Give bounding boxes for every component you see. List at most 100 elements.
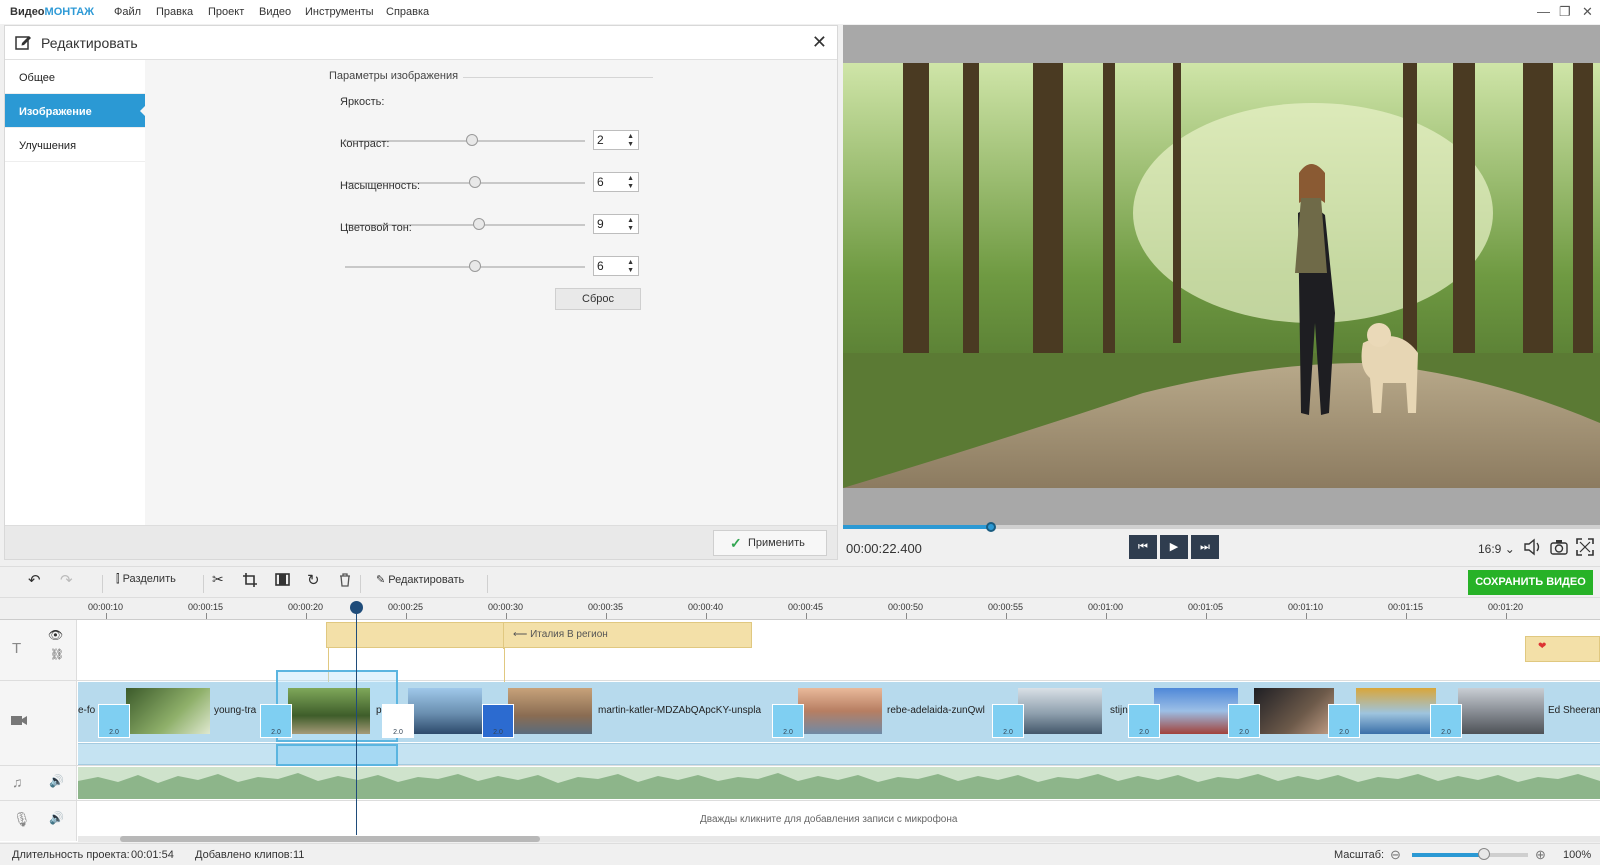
contrast-thumb[interactable] — [468, 176, 481, 188]
cut-icon[interactable]: ✂ — [212, 571, 224, 588]
clip-label: e-fo — [78, 705, 96, 716]
clip-thumbnail[interactable] — [1254, 688, 1334, 734]
brightness-input[interactable]: 2 ▲ ▼ — [593, 130, 639, 150]
title-clip[interactable]: ⟵ Италия В регион — [326, 622, 752, 649]
reset-button[interactable]: Сброс — [555, 288, 641, 310]
image-params: Параметры изображения Яркость: 2 ▲ ▼ Контр… — [145, 60, 837, 525]
split-button[interactable]: ⫿ Разделить — [116, 573, 176, 586]
next-frame-button[interactable]: ⏭ — [1191, 535, 1219, 559]
clip-thumbnail[interactable] — [508, 688, 592, 734]
contrast-input[interactable]: 6 ▲ ▼ — [593, 172, 639, 192]
volume-icon[interactable]: 🔊 — [49, 774, 64, 788]
clips-value: 11 — [293, 849, 305, 861]
ruler-tick — [1306, 613, 1307, 619]
eye-icon[interactable]: 👁 — [48, 628, 63, 642]
clip-thumbnail[interactable] — [408, 688, 482, 734]
clip-thumbnail[interactable] — [288, 688, 370, 734]
clip-thumbnail[interactable] — [126, 688, 210, 734]
close-window-icon[interactable]: ✕ — [1582, 4, 1593, 20]
timeline-ruler[interactable]: 00:00:10 00:00:15 00:00:20 00:00:25 00:00:30… — [0, 598, 1600, 620]
zoom-out-icon[interactable]: ⊖ — [1390, 847, 1401, 863]
aspect-ratio-select[interactable]: 16:9 ⌄ — [1478, 542, 1515, 556]
timeline-scrollbar[interactable] — [78, 836, 1600, 842]
nav-enhancements[interactable]: Улучшения — [5, 128, 145, 162]
delete-icon[interactable] — [339, 573, 351, 587]
undo-icon[interactable]: ↶ — [28, 571, 41, 589]
link-icon[interactable]: ⛓ — [50, 648, 64, 661]
minimize-icon[interactable]: — — [1537, 4, 1550, 19]
divider — [0, 765, 1600, 766]
clip-thumbnail[interactable] — [1458, 688, 1544, 734]
video-track-header — [0, 681, 77, 765]
transition[interactable]: 2.0 — [1430, 704, 1462, 738]
separator — [487, 575, 488, 593]
close-icon[interactable]: ✕ — [812, 32, 827, 53]
transition[interactable]: 2.0 — [382, 704, 414, 738]
ruler-tick — [1006, 613, 1007, 619]
clip-thumbnail[interactable] — [1018, 688, 1102, 734]
ruler-label: 00:01:00 — [1088, 602, 1124, 612]
ruler-label: 00:00:40 — [688, 602, 724, 612]
save-video-button[interactable]: СОХРАНИТЬ ВИДЕО — [1468, 570, 1593, 595]
seek-knob[interactable] — [985, 522, 996, 532]
zoom-slider[interactable] — [1412, 853, 1528, 857]
zoom-in-icon[interactable]: ⊕ — [1535, 847, 1546, 863]
ruler-tick — [906, 613, 907, 619]
play-button[interactable]: ▶ — [1160, 535, 1188, 559]
saturation-thumb[interactable] — [473, 218, 486, 230]
transition[interactable]: 2.0 — [1228, 704, 1260, 738]
ruler-label: 00:01:15 — [1388, 602, 1424, 612]
frame-icon[interactable] — [275, 573, 290, 586]
seek-bar[interactable] — [843, 522, 1600, 532]
saturation-input[interactable]: 9 ▲ ▼ — [593, 214, 639, 234]
fullscreen-icon[interactable] — [1576, 538, 1594, 556]
ruler-label: 00:00:45 — [788, 602, 824, 612]
clip-thumbnail[interactable] — [1154, 688, 1238, 734]
apply-button[interactable]: ✓ Применить — [713, 530, 827, 556]
menu-help[interactable]: Справка — [386, 6, 429, 18]
nav-general[interactable]: Общее — [5, 60, 145, 94]
music-track-header: ♫ 🔊 — [0, 766, 77, 800]
ruler-tick — [1206, 613, 1207, 619]
edit-panel-header: Редактировать ✕ — [5, 26, 837, 60]
playhead-handle[interactable] — [350, 601, 363, 614]
transition[interactable]: 2.0 — [482, 704, 514, 738]
edit-clip-button[interactable]: ✎ Редактировать — [376, 573, 464, 586]
clip-thumbnail[interactable] — [1356, 688, 1436, 734]
volume-icon[interactable]: 🔊 — [49, 811, 64, 825]
title-clip[interactable]: ❤ — [1525, 636, 1600, 662]
transition[interactable]: 2.0 — [98, 704, 130, 738]
scroll-thumb[interactable] — [120, 836, 540, 842]
menu-video[interactable]: Видео — [259, 6, 291, 18]
snapshot-icon[interactable] — [1549, 538, 1569, 556]
ruler-tick — [1506, 613, 1507, 619]
volume-icon[interactable] — [1523, 538, 1543, 556]
transition[interactable]: 2.0 — [772, 704, 804, 738]
prev-frame-button[interactable]: ⏮ — [1129, 535, 1157, 559]
redo-icon[interactable]: ↷ — [60, 571, 73, 589]
hue-thumb[interactable] — [468, 260, 481, 272]
brightness-thumb[interactable] — [466, 134, 479, 146]
maximize-icon[interactable]: ❐ — [1559, 4, 1571, 20]
mic-icon: 🎙 — [13, 811, 31, 827]
nav-image[interactable]: Изображение — [5, 94, 146, 128]
clip-thumbnail[interactable] — [798, 688, 882, 734]
menu-edit[interactable]: Правка — [156, 6, 193, 18]
rotate-icon[interactable]: ↻ — [307, 571, 320, 589]
transition[interactable]: 2.0 — [260, 704, 292, 738]
menu-tools[interactable]: Инструменты — [305, 6, 374, 18]
music-track[interactable] — [78, 767, 1600, 799]
playhead[interactable] — [356, 607, 357, 835]
transition[interactable]: 2.0 — [1328, 704, 1360, 738]
menu-project[interactable]: Проект — [208, 6, 244, 18]
hue-input[interactable]: 6 ▲ ▼ — [593, 256, 639, 276]
transition[interactable]: 2.0 — [1128, 704, 1160, 738]
zoom-thumb[interactable] — [1477, 848, 1490, 860]
transition[interactable]: 2.0 — [992, 704, 1024, 738]
menu-file[interactable]: Файл — [114, 6, 141, 18]
clips-label: Добавлено клипов: — [195, 849, 293, 861]
divider — [0, 680, 1600, 681]
hue-slider[interactable] — [345, 266, 585, 268]
crop-icon[interactable] — [243, 573, 257, 587]
selected-effect[interactable] — [276, 744, 398, 766]
